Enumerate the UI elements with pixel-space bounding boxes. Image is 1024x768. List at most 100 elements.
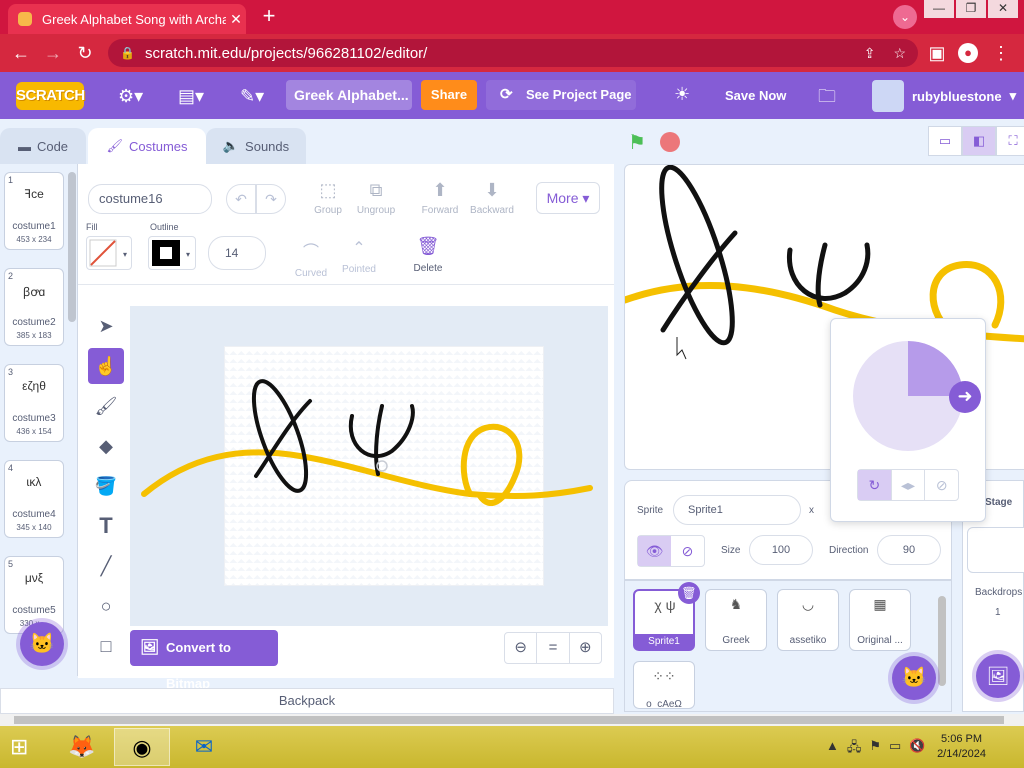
profile-avatar-icon[interactable]: ● [958,43,978,63]
clock[interactable]: 5:06 PM 2/14/2024 [937,732,986,762]
all-around-rotation-icon[interactable]: ↻ [858,470,892,500]
reshape-tool-icon[interactable]: ☝ [88,348,124,384]
chrome-icon[interactable]: ◉ [114,728,170,766]
new-tab-icon[interactable]: + [256,5,282,29]
windows-start-icon[interactable]: ⊞ [10,734,28,760]
add-costume-cat-icon[interactable]: 🐱 [20,622,64,666]
project-title-input[interactable]: Greek Alphabet... [286,80,412,110]
browser-menu-icon[interactable]: ⋮ [990,42,1012,64]
hide-eye-icon[interactable]: ⊘ [671,536,704,566]
volume-muted-icon[interactable]: 🔇 [909,738,925,760]
costume-list-scrollbar[interactable] [68,172,76,322]
save-now-button[interactable]: Save Now [725,88,786,103]
file-menu-icon[interactable]: ▤▾ [178,86,204,107]
outlook-icon[interactable]: ✉ [176,728,232,766]
side-panel-icon[interactable]: ▣ [926,42,948,64]
drawing-canvas-area[interactable] [130,306,608,626]
delete-sprite-icon[interactable]: 🗑 [678,582,700,604]
curved-button[interactable]: ⌒ Curved [286,238,336,279]
fill-color-picker[interactable]: ▾ [86,236,132,270]
sprite-tile[interactable]: ⁘⁘ o_cAeΩ [633,661,695,709]
direction-input[interactable]: 90 [877,535,941,565]
pointed-button[interactable]: ⌃ Pointed [334,238,384,275]
add-backdrop-icon[interactable]: 🖼 [976,654,1020,698]
close-tab-icon[interactable]: ✕ [226,11,246,28]
back-icon[interactable]: ← [10,42,32,64]
my-stuff-folder-icon[interactable]: 🗀 [818,84,836,114]
costume-name-input[interactable]: costume16 [88,184,212,214]
minimize-icon[interactable]: — [924,0,954,18]
add-sprite-cat-icon[interactable]: 🐱 [892,656,936,700]
forward-button[interactable]: ⬆ Forward [416,180,464,216]
costume-item[interactable]: 1 ꟻce costume1 453 x 234 [4,172,64,250]
size-input[interactable]: 100 [749,535,813,565]
tab-costumes[interactable]: 🖌 Costumes [88,128,206,164]
brush-tool-icon[interactable]: 🖌 [88,388,124,424]
backpack-bar[interactable]: Backpack [0,688,614,714]
dont-rotate-icon[interactable]: ⊘ [925,470,958,500]
text-tool-icon[interactable]: T [88,508,124,544]
tray-expand-icon[interactable]: ▲ [826,738,839,760]
tab-sounds[interactable]: 🔈 Sounds [206,128,306,164]
outline-color-picker[interactable]: ▾ [148,236,196,270]
restore-icon[interactable]: ❐ [956,0,986,18]
theme-bulb-icon[interactable]: ☀ [674,84,690,105]
window-close-icon[interactable]: ✕ [988,0,1018,18]
zoom-in-icon[interactable]: ⊕ [570,633,601,663]
display-icon[interactable]: ▭ [889,738,901,760]
left-right-rotation-icon[interactable]: ◂▸ [892,470,926,500]
costume-item[interactable]: 2 ꞵꝍɑ costume2 385 x 183 [4,268,64,346]
share-button[interactable]: Share [421,80,477,110]
scratch-logo[interactable]: SCRATCH [16,82,85,110]
ungroup-button[interactable]: ⧉ Ungroup [352,180,400,216]
fullscreen-icon[interactable]: ⛶ [996,126,1024,156]
horizontal-scrollbar[interactable] [0,714,1024,726]
url-bar[interactable]: 🔒 scratch.mit.edu/projects/966281102/edi… [108,39,918,67]
bookmark-star-icon[interactable]: ☆ [893,45,906,62]
costume-item[interactable]: 3 εζηθ costume3 436 x 154 [4,364,64,442]
tab-search-icon[interactable]: ⌄ [893,5,917,29]
show-eye-icon[interactable]: 👁 [638,536,671,566]
forward-icon[interactable]: → [42,42,64,64]
edit-menu-icon[interactable]: ✎▾ [240,86,264,107]
reload-icon[interactable]: ↻ [74,42,96,64]
rectangle-tool-icon[interactable]: □ [88,628,124,664]
delete-button[interactable]: 🗑 Delete [402,236,454,274]
settings-gear-icon[interactable]: ⚙▾ [118,86,143,107]
share-page-icon[interactable]: ⇪ [864,45,876,62]
costume-item[interactable]: 4 ɩκλ costume4 345 x 140 [4,460,64,538]
action-center-flag-icon[interactable]: ⚑ [869,738,881,760]
stroke-width-input[interactable]: 14 [208,236,266,270]
circle-tool-icon[interactable]: ○ [88,588,124,624]
zoom-reset-button[interactable]: = [537,633,570,663]
scrollbar-thumb[interactable] [14,716,1004,724]
backdrop-thumbnail[interactable] [967,527,1024,573]
undo-icon[interactable]: ↶ [226,184,256,214]
group-button[interactable]: ⬚ Group [304,180,352,216]
browser-tab[interactable]: Greek Alphabet Song with Archa ✕ [8,4,246,34]
stop-icon[interactable] [660,132,680,152]
green-flag-icon[interactable]: ⚑ [628,130,646,155]
sprite-tile[interactable]: ◡ assetiko [777,589,839,651]
line-tool-icon[interactable]: ╱ [88,548,124,584]
sprite-list-scrollbar[interactable] [938,596,946,686]
direction-dial[interactable] [853,341,963,451]
select-tool-icon[interactable]: ➤ [88,308,124,344]
network-icon[interactable]: 🖧 [847,738,862,760]
fill-tool-icon[interactable]: 🪣 [88,468,124,504]
user-menu[interactable]: rubybluestone ▾ [872,80,1016,112]
firefox-icon[interactable]: 🦊 [54,728,110,766]
tab-code[interactable]: ▬ Code [0,128,86,164]
see-project-page-button[interactable]: ⟳ See Project Page [486,80,636,110]
small-stage-icon[interactable]: ▭ [928,126,962,156]
redo-icon[interactable]: ↷ [256,184,286,214]
costume-drawing[interactable] [130,306,608,626]
eraser-tool-icon[interactable]: ◆ [88,428,124,464]
backward-button[interactable]: ⬇ Backward [468,180,516,216]
zoom-out-icon[interactable]: ⊖ [505,633,538,663]
dial-handle-arrow-icon[interactable]: ➜ [949,381,981,413]
normal-stage-icon[interactable]: ◧ [962,126,996,156]
sprite-name-input[interactable]: Sprite1 [673,495,801,525]
sprite-tile[interactable]: ▦ Original ... [849,589,911,651]
more-button[interactable]: More ▾ [536,182,600,214]
